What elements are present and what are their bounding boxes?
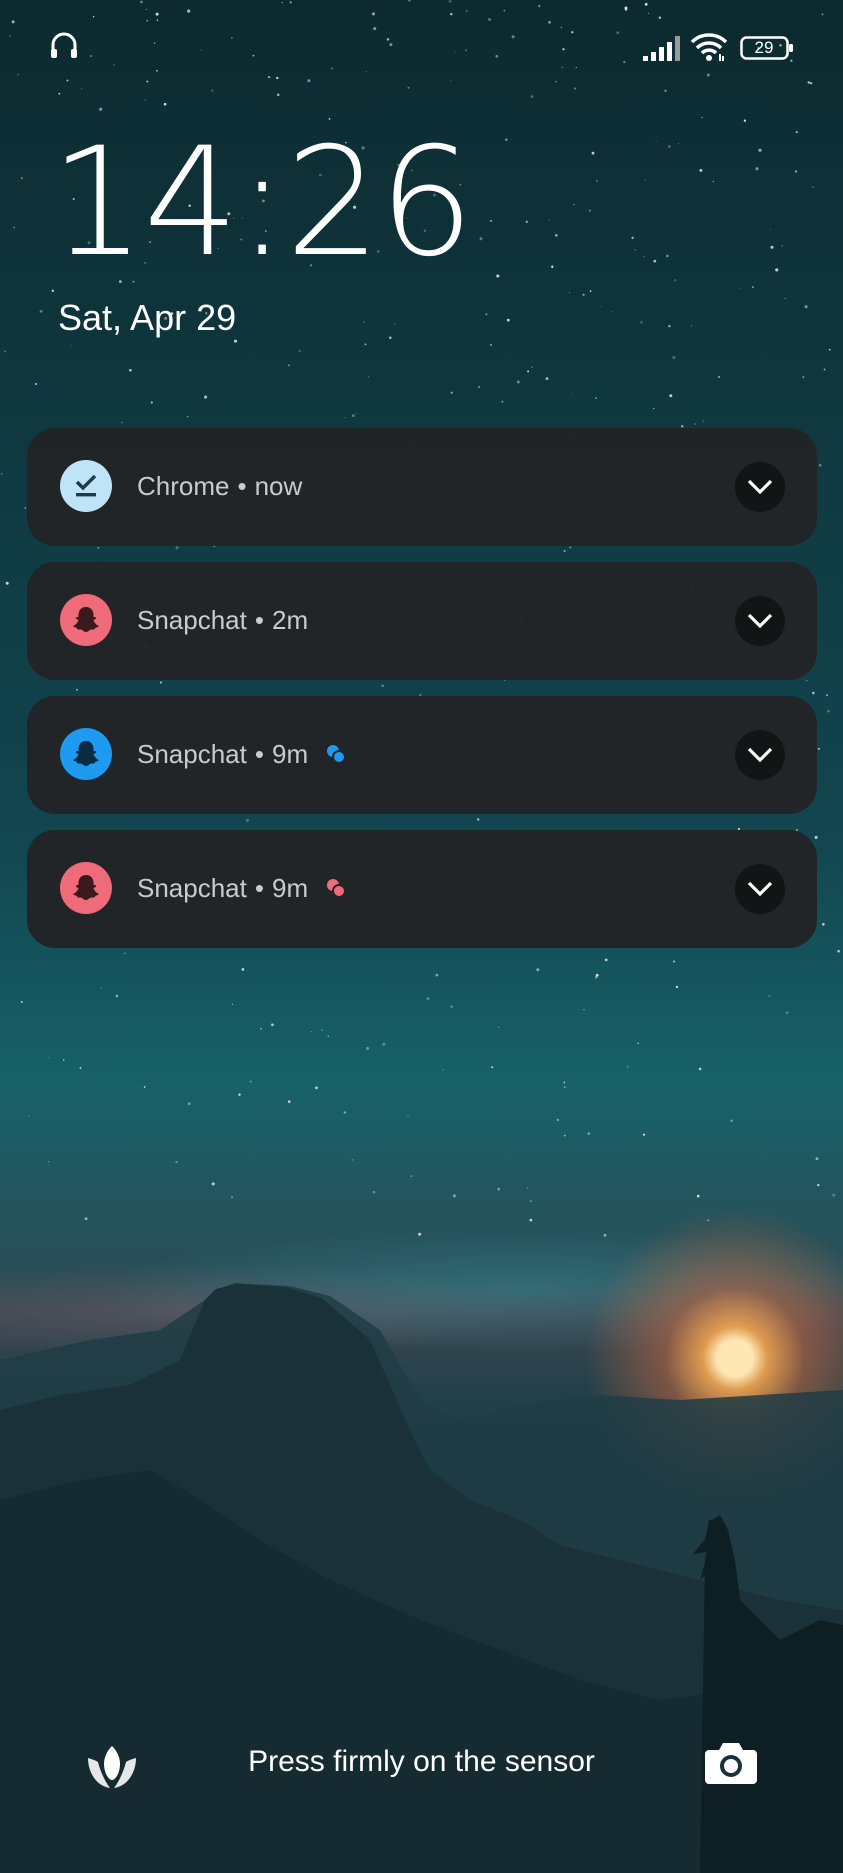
expand-button[interactable] — [735, 596, 785, 646]
notification-app-name: Snapchat — [137, 739, 247, 769]
chevron-down-icon — [747, 747, 773, 763]
notification-app-name: Snapchat — [137, 873, 247, 903]
signal-icon — [643, 36, 680, 61]
notification-time: 2m — [271, 605, 309, 635]
expand-button[interactable] — [735, 462, 785, 512]
snapchat-ghost-icon — [73, 741, 99, 766]
notification-app-name: Snapchat — [137, 605, 247, 635]
lockscreen-date: Sat, Apr 29 — [58, 297, 237, 338]
chevron-down-icon — [747, 479, 773, 495]
separator: • — [254, 739, 264, 769]
download-done-icon — [75, 474, 97, 497]
notification-time: 9m — [271, 739, 309, 769]
chevron-down-icon — [747, 613, 773, 629]
lockscreen-clock: 14:26 — [50, 116, 474, 290]
snapchat-app-icon — [60, 594, 112, 646]
snapchat-ghost-icon — [73, 607, 99, 632]
notification-snapchat[interactable]: Snapchat • 2m — [27, 562, 817, 680]
status-bar: 29 — [0, 28, 843, 68]
chevron-down-icon — [747, 881, 773, 897]
expand-button[interactable] — [735, 864, 785, 914]
snapchat-app-icon — [60, 728, 112, 780]
chat-bubble-icon — [327, 879, 347, 899]
separator: • — [237, 471, 247, 501]
wifi-icon — [690, 33, 728, 61]
separator: • — [254, 873, 264, 903]
notification-snapchat[interactable]: Snapchat • 9m — [27, 830, 817, 948]
notification-snapchat[interactable]: Snapchat • 9m — [27, 696, 817, 814]
separator: • — [254, 605, 264, 635]
notification-chrome[interactable]: Chrome • now — [27, 428, 817, 546]
headphones-icon — [51, 32, 77, 58]
chrome-app-icon — [60, 460, 112, 512]
notification-app-name: Chrome — [137, 471, 230, 501]
notification-time: now — [254, 471, 303, 501]
chat-bubble-icon — [327, 745, 347, 765]
battery-level: 29 — [754, 38, 774, 57]
snapchat-app-icon — [60, 862, 112, 914]
expand-button[interactable] — [735, 730, 785, 780]
snapchat-ghost-icon — [73, 875, 99, 900]
camera-icon[interactable] — [703, 1738, 759, 1788]
notification-time: 9m — [271, 873, 309, 903]
